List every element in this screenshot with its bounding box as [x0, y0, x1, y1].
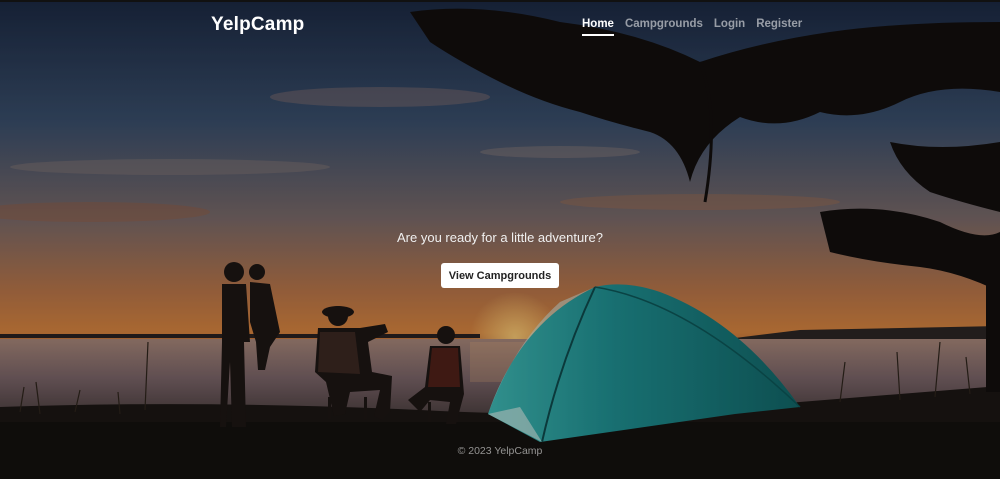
hero-tagline: Are you ready for a little adventure? [397, 230, 603, 245]
nav-link-home[interactable]: Home [582, 18, 614, 36]
view-campgrounds-button[interactable]: View Campgrounds [441, 263, 559, 288]
top-navbar: YelpCamp Home Campgrounds Login Register [0, 2, 1000, 52]
nav-link-register[interactable]: Register [756, 18, 802, 36]
nav-links: Home Campgrounds Login Register [582, 18, 802, 36]
landing-page: YelpCamp Home Campgrounds Login Register… [0, 0, 1000, 479]
brand-logo-link[interactable]: YelpCamp [211, 14, 304, 36]
nav-link-login[interactable]: Login [714, 18, 745, 36]
nav-link-campgrounds[interactable]: Campgrounds [625, 18, 703, 36]
footer-copyright: © 2023 YelpCamp [457, 445, 543, 457]
